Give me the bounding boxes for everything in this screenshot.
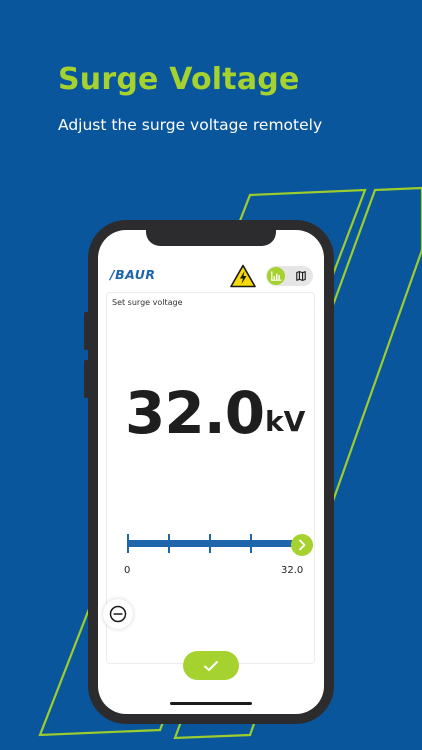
phone-notch: [146, 230, 276, 246]
minus-circle-icon: [109, 605, 127, 623]
surge-voltage-card: Set surge voltage 32.0 kV 0 32.0: [103, 292, 315, 664]
voltage-slider-track[interactable]: [127, 540, 297, 547]
high-voltage-warning-icon[interactable]: [230, 264, 256, 288]
promo-subline: Adjust the surge voltage remotely: [58, 116, 323, 134]
chart-view-option[interactable]: [267, 267, 285, 285]
phone-frame: /BAUR Set surge voltage 32.0 kV 0 32.0: [88, 220, 334, 724]
voltage-slider-thumb[interactable]: [291, 534, 313, 556]
slider-tick: [250, 534, 252, 553]
surge-voltage-unit: kV: [265, 405, 306, 438]
map-icon: [296, 271, 306, 281]
chart-icon: [270, 271, 281, 281]
surge-voltage-label: Set surge voltage: [112, 298, 183, 307]
promo-headline: Surge Voltage: [58, 62, 300, 97]
map-view-option[interactable]: [292, 267, 310, 285]
confirm-button[interactable]: [183, 651, 239, 680]
decrease-voltage-button[interactable]: [103, 599, 133, 629]
slider-tick: [168, 534, 170, 553]
chevron-right-icon: [299, 539, 306, 551]
slider-tick: [209, 534, 211, 553]
baur-logo: /BAUR: [110, 267, 156, 282]
surge-voltage-value: 32.0: [125, 379, 265, 447]
app-header: /BAUR: [98, 258, 324, 288]
view-toggle[interactable]: [266, 266, 313, 286]
check-icon: [204, 660, 218, 671]
home-indicator: [170, 702, 252, 705]
slider-min-label: 0: [124, 565, 131, 576]
phone-screen: /BAUR Set surge voltage 32.0 kV 0 32.0: [98, 230, 324, 714]
slider-tick: [127, 534, 129, 553]
slider-max-label: 32.0: [281, 565, 304, 576]
